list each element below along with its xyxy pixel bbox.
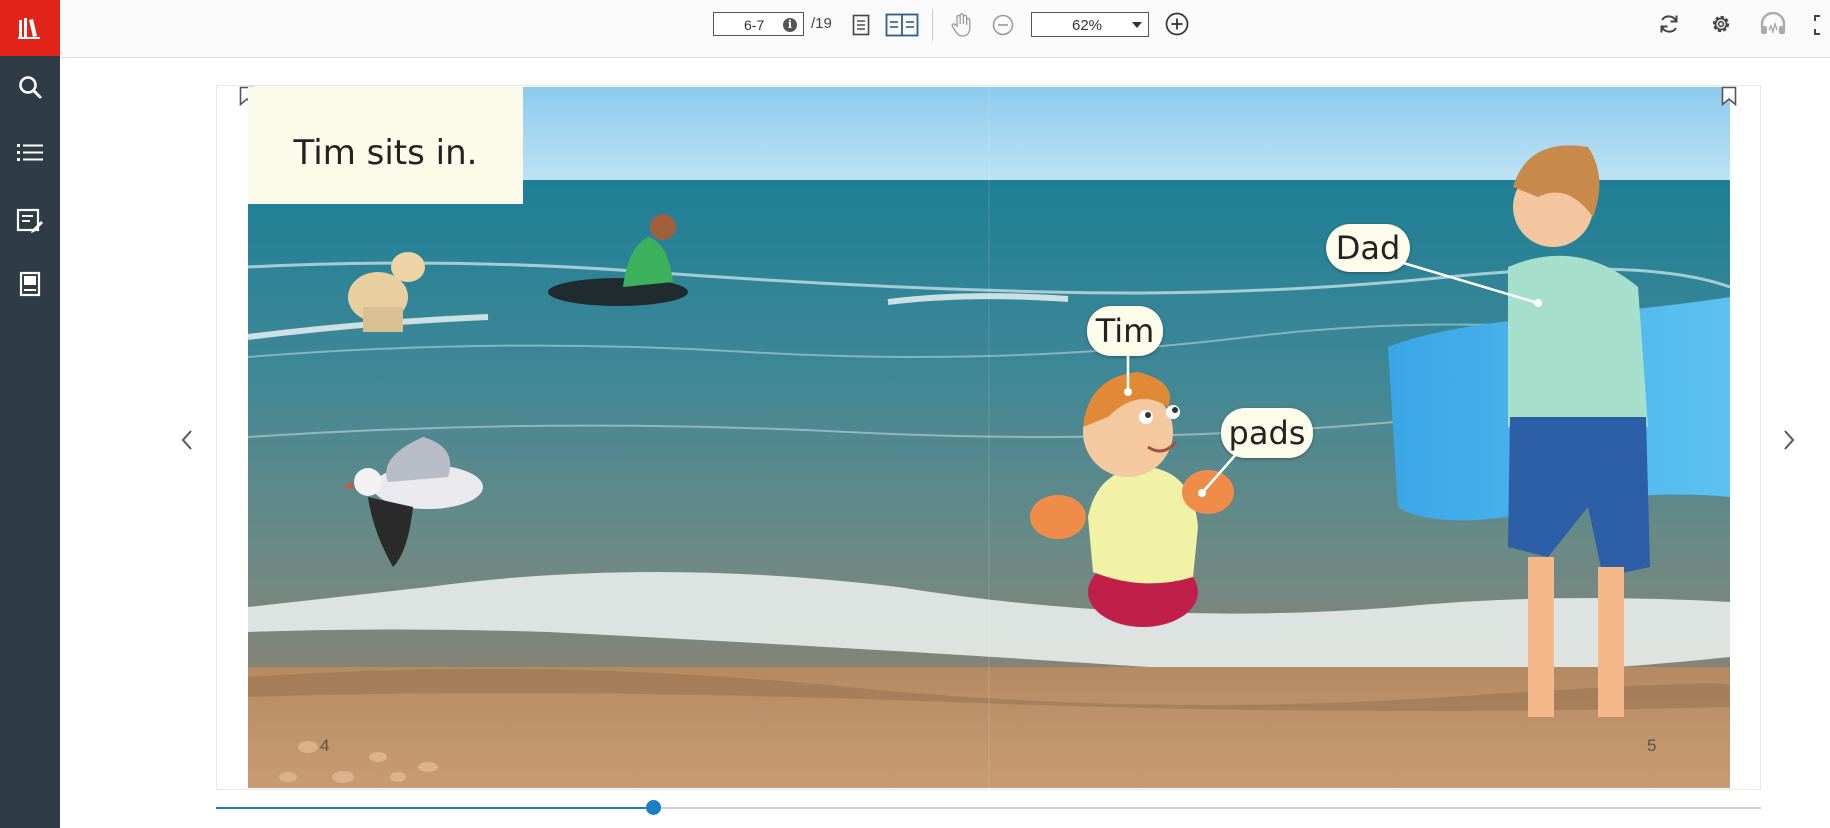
sidebar: [0, 0, 60, 828]
info-icon[interactable]: i: [783, 18, 797, 32]
bookmark-right-icon[interactable]: [1719, 84, 1739, 108]
page-total: /19: [811, 15, 832, 32]
right-page-number: 5: [1647, 736, 1657, 755]
slider-thumb[interactable]: [646, 800, 662, 815]
zoom-in-icon[interactable]: [1164, 11, 1190, 37]
story-caption: Tim sits in.: [293, 133, 478, 173]
book-icon[interactable]: [0, 260, 60, 308]
audio-headphones-icon[interactable]: [1758, 10, 1788, 38]
page-number-input[interactable]: 6-7 i: [713, 12, 804, 36]
single-page-icon[interactable]: [850, 12, 872, 38]
page-number-value: 6-7: [744, 17, 765, 33]
slider-fill: [216, 807, 654, 809]
search-icon[interactable]: [0, 63, 60, 111]
pan-hand-icon[interactable]: [948, 11, 974, 39]
label-tim: Tim: [1087, 306, 1163, 356]
label-dad: Dad: [1326, 224, 1410, 272]
page-progress-slider[interactable]: [216, 800, 1761, 815]
toolbar: [60, 0, 1830, 58]
refresh-icon[interactable]: [1656, 11, 1682, 37]
zoom-value: 62%: [1072, 17, 1103, 34]
double-page-icon[interactable]: [883, 10, 921, 40]
chevron-down-icon: [1132, 22, 1142, 28]
left-page-number: 4: [320, 736, 330, 755]
zoom-select[interactable]: 62%: [1031, 12, 1149, 37]
notes-icon[interactable]: [0, 197, 60, 245]
settings-icon[interactable]: [1708, 11, 1734, 37]
next-page-arrow-icon[interactable]: [1774, 420, 1804, 460]
table-of-contents-icon[interactable]: [0, 129, 60, 177]
library-logo-icon[interactable]: [0, 0, 60, 56]
fullscreen-icon[interactable]: [1812, 12, 1826, 38]
toolbar-separator: [932, 9, 933, 41]
caption-panel: Tim sits in.: [248, 87, 523, 204]
previous-page-arrow-icon[interactable]: [172, 420, 202, 460]
label-pads: pads: [1221, 408, 1313, 458]
zoom-out-icon[interactable]: [990, 12, 1016, 38]
